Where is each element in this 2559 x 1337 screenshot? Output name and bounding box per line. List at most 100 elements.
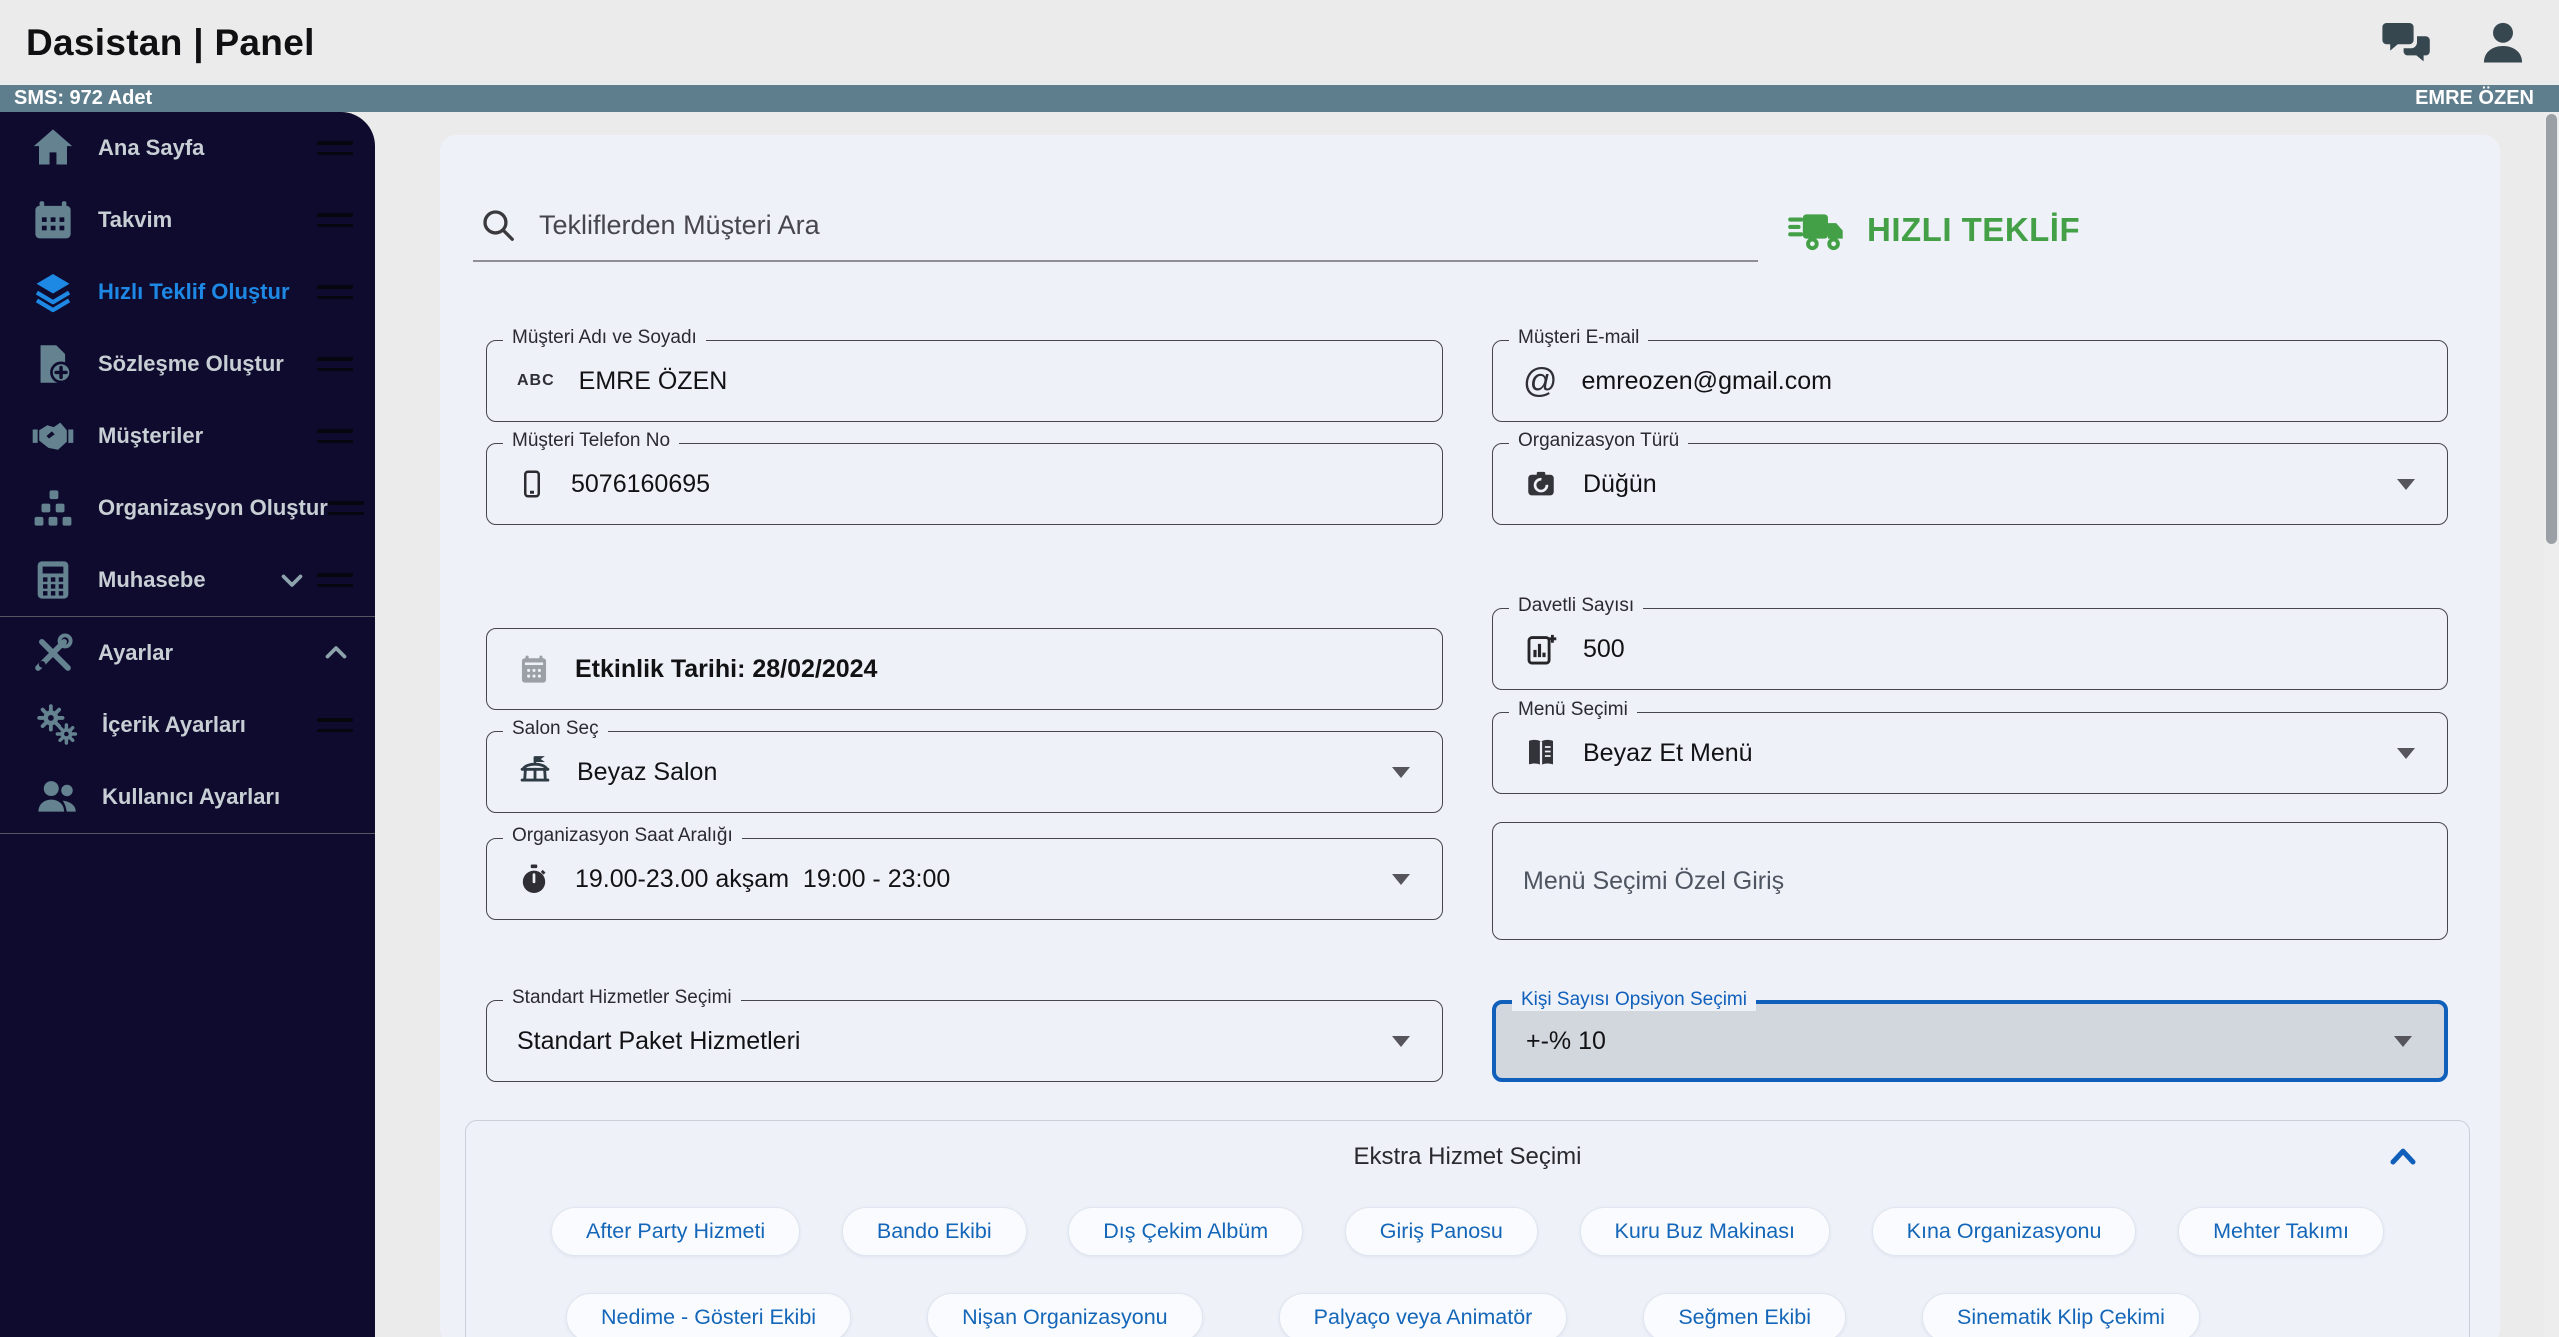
menu-custom-placeholder: Menü Seçimi Özel Giriş bbox=[1523, 866, 1785, 895]
sidebar-item-label: Kullanıcı Ayarları bbox=[102, 784, 281, 809]
sms-count: SMS: 972 Adet bbox=[14, 87, 153, 109]
quick-quote-label: HIZLI TEKLİF bbox=[1867, 211, 2081, 248]
extra-services-row-2: Nedime - Gösteri Ekibi Nişan Organizasyo… bbox=[466, 1293, 2469, 1337]
sidebar-item-musteriler[interactable]: Müşteriler bbox=[0, 400, 375, 472]
quick-quote-button[interactable]: HIZLI TEKLİF bbox=[1787, 199, 2080, 261]
service-chip[interactable]: Seğmen Ekibi bbox=[1643, 1293, 1846, 1337]
sidebar: Ana Sayfa Takvim Hızlı Teklif Oluştur Sö… bbox=[0, 112, 375, 1337]
menu-select[interactable]: Menü Seçimi Beyaz Et Menü bbox=[1492, 699, 2448, 794]
sidebar-item-ana-sayfa[interactable]: Ana Sayfa bbox=[0, 112, 375, 184]
service-chip[interactable]: Giriş Panosu bbox=[1344, 1207, 1538, 1256]
service-chip[interactable]: Kına Organizasyonu bbox=[1871, 1207, 2137, 1256]
org-cluster-icon bbox=[30, 485, 76, 531]
sidebar-item-sozlesme-olustur[interactable]: Sözleşme Oluştur bbox=[0, 328, 375, 400]
user-icon[interactable] bbox=[2477, 17, 2529, 69]
sidebar-item-ayarlar[interactable]: Ayarlar bbox=[0, 617, 375, 689]
drag-handle-icon[interactable] bbox=[327, 501, 364, 515]
service-chip[interactable]: Nişan Organizasyonu bbox=[927, 1293, 1203, 1337]
layers-icon bbox=[30, 269, 76, 315]
sidebar-item-takvim[interactable]: Takvim bbox=[0, 184, 375, 256]
drag-handle-icon[interactable] bbox=[317, 357, 353, 371]
person-option-value: +-% 10 bbox=[1526, 1026, 1606, 1055]
users-icon bbox=[34, 774, 80, 820]
status-bar: SMS: 972 Adet EMRE ÖZEN bbox=[0, 85, 2559, 112]
sidebar-item-kullanici-ayarlari[interactable]: Kullanıcı Ayarları bbox=[0, 761, 375, 833]
venue-icon bbox=[517, 753, 553, 791]
sidebar-item-label: Hızlı Teklif Oluştur bbox=[98, 279, 290, 304]
drag-handle-icon[interactable] bbox=[317, 213, 353, 227]
guest-chart-icon bbox=[1523, 630, 1559, 668]
organization-type-select[interactable]: Organizasyon Türü Düğün bbox=[1492, 430, 2448, 525]
guest-count-field[interactable]: Davetli Sayısı 500 bbox=[1492, 595, 2448, 690]
customer-name-field[interactable]: Müşteri Adı ve Soyadı ABC EMRE ÖZEN bbox=[486, 327, 1443, 422]
collapse-chevron-up-icon[interactable] bbox=[2383, 1137, 2423, 1177]
menu-select-value: Beyaz Et Menü bbox=[1583, 738, 1753, 767]
topbar-icons bbox=[2381, 17, 2529, 69]
service-chip[interactable]: Kuru Buz Makinası bbox=[1579, 1207, 1830, 1256]
extra-services-row-1: After Party Hizmeti Bando Ekibi Dış Çeki… bbox=[466, 1207, 2469, 1256]
document-plus-icon bbox=[30, 341, 76, 387]
sidebar-item-label: Müşteriler bbox=[98, 423, 204, 448]
extra-services-section: Ekstra Hizmet Seçimi After Party Hizmeti… bbox=[465, 1120, 2470, 1337]
customer-email-field[interactable]: Müşteri E-mail @ emreozen@gmail.com bbox=[1492, 327, 2448, 422]
scrollbar-thumb[interactable] bbox=[2546, 114, 2557, 544]
dropdown-arrow-icon bbox=[1392, 767, 1410, 778]
stopwatch-icon bbox=[517, 860, 551, 898]
organization-type-label: Organizasyon Türü bbox=[1509, 430, 1689, 452]
sidebar-item-label: Ana Sayfa bbox=[98, 135, 205, 160]
standard-services-label: Standart Hizmetler Seçimi bbox=[503, 987, 741, 1009]
person-option-label: Kişi Sayısı Opsiyon Seçimi bbox=[1512, 989, 1756, 1011]
calendar-icon bbox=[30, 197, 76, 243]
customer-phone-label: Müşteri Telefon No bbox=[503, 430, 680, 452]
abc-icon: ABC bbox=[517, 372, 555, 389]
drag-handle-icon[interactable] bbox=[317, 573, 353, 587]
sidebar-item-label: Organizasyon Oluştur bbox=[98, 495, 328, 520]
scrollbar[interactable] bbox=[2544, 112, 2559, 1337]
drag-handle-icon[interactable] bbox=[317, 141, 353, 155]
standard-services-select[interactable]: Standart Hizmetler Seçimi Standart Paket… bbox=[486, 987, 1443, 1082]
service-chip[interactable]: Dış Çekim Albüm bbox=[1068, 1207, 1304, 1256]
search-icon bbox=[479, 206, 517, 244]
service-chip[interactable]: Mehter Takımı bbox=[2178, 1207, 2384, 1256]
salon-select[interactable]: Salon Seç Beyaz Salon bbox=[486, 718, 1443, 813]
service-chip[interactable]: After Party Hizmeti bbox=[551, 1207, 801, 1256]
search-placeholder: Tekliflerden Müşteri Ara bbox=[539, 209, 820, 240]
sidebar-item-label: Sözleşme Oluştur bbox=[98, 351, 284, 376]
standard-services-value: Standart Paket Hizmetleri bbox=[517, 1026, 801, 1055]
service-chip[interactable]: Palyaço veya Animatör bbox=[1278, 1293, 1568, 1337]
app-title: Dasistan | Panel bbox=[26, 21, 315, 63]
sidebar-item-label: Muhasebe bbox=[98, 567, 206, 592]
chevron-up-icon[interactable] bbox=[319, 636, 353, 670]
chat-icon[interactable] bbox=[2381, 17, 2433, 69]
organization-type-value: Düğün bbox=[1583, 469, 1657, 498]
sidebar-item-icerik-ayarlari[interactable]: İçerik Ayarları bbox=[0, 689, 375, 761]
sidebar-item-hizli-teklif-olustur[interactable]: Hızlı Teklif Oluştur bbox=[0, 256, 375, 328]
drag-handle-icon[interactable] bbox=[317, 285, 353, 299]
search-input[interactable]: Tekliflerden Müşteri Ara bbox=[473, 190, 1758, 262]
menu-custom-textarea[interactable]: Menü Seçimi Özel Giriş bbox=[1492, 822, 2448, 940]
fast-truck-icon bbox=[1787, 204, 1849, 256]
service-chip[interactable]: Nedime - Gösteri Ekibi bbox=[566, 1293, 852, 1337]
handshake-icon bbox=[30, 413, 76, 459]
chevron-down-icon[interactable] bbox=[275, 563, 309, 597]
event-date-field[interactable]: Etkinlik Tarihi: 28/02/2024 bbox=[486, 628, 1443, 710]
person-option-select[interactable]: Kişi Sayısı Opsiyon Seçimi +-% 10 bbox=[1492, 989, 2448, 1082]
dropdown-arrow-icon bbox=[2397, 748, 2415, 759]
drag-handle-icon[interactable] bbox=[317, 718, 353, 732]
customer-phone-value: 5076160695 bbox=[571, 469, 711, 498]
time-range-select[interactable]: Organizasyon Saat Aralığı 19.00-23.00 ak… bbox=[486, 825, 1443, 920]
dropdown-arrow-icon bbox=[1392, 874, 1410, 885]
event-date-value: Etkinlik Tarihi: 28/02/2024 bbox=[575, 654, 878, 683]
at-sign-icon: @ bbox=[1523, 361, 1558, 400]
sidebar-item-muhasebe[interactable]: Muhasebe bbox=[0, 544, 375, 616]
customer-phone-field[interactable]: Müşteri Telefon No 5076160695 bbox=[486, 430, 1443, 525]
quick-quote-panel: Tekliflerden Müşteri Ara HIZLI TEKLİF Mü… bbox=[440, 135, 2500, 1337]
drag-handle-icon[interactable] bbox=[317, 429, 353, 443]
time-range-value: 19.00-23.00 akşam 19:00 - 23:00 bbox=[575, 864, 951, 893]
service-chip[interactable]: Bando Ekibi bbox=[841, 1207, 1027, 1256]
guest-count-label: Davetli Sayısı bbox=[1509, 595, 1644, 617]
service-chip[interactable]: Sinematik Klip Çekimi bbox=[1922, 1293, 2200, 1337]
sidebar-item-organizasyon-olustur[interactable]: Organizasyon Oluştur bbox=[0, 472, 375, 544]
sidebar-item-label: Takvim bbox=[98, 207, 173, 232]
guest-count-value: 500 bbox=[1583, 634, 1625, 663]
